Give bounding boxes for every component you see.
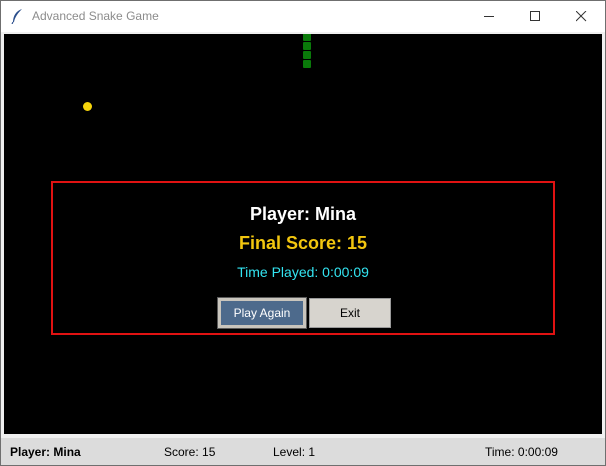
title-bar[interactable]: Advanced Snake Game bbox=[1, 1, 605, 32]
exit-button[interactable]: Exit bbox=[309, 298, 391, 328]
snake-segment bbox=[303, 34, 311, 41]
minimize-icon bbox=[484, 16, 494, 17]
time-played: Time Played: 0:00:09 bbox=[237, 264, 369, 280]
feather-icon bbox=[10, 8, 24, 25]
maximize-button[interactable] bbox=[513, 1, 558, 32]
status-player: Player: Mina bbox=[10, 445, 81, 459]
snake-segment bbox=[303, 60, 311, 68]
snake-segment bbox=[303, 51, 311, 59]
snake-segment bbox=[303, 42, 311, 50]
window-title: Advanced Snake Game bbox=[32, 9, 159, 23]
close-icon bbox=[576, 11, 587, 22]
status-level: Level: 1 bbox=[273, 445, 316, 459]
game-canvas[interactable]: Player: Mina Final Score: 15 Time Played… bbox=[4, 34, 602, 434]
game-window: Advanced Snake Game Player: Mina Final S… bbox=[0, 0, 606, 466]
close-button[interactable] bbox=[559, 1, 604, 32]
minimize-button[interactable] bbox=[467, 1, 512, 32]
status-bar: Player: Mina Score: 15 Level: 1 Time: 0:… bbox=[1, 438, 605, 465]
status-score: Score: 15 bbox=[164, 445, 216, 459]
status-time: Time: 0:00:09 bbox=[485, 445, 558, 459]
panel-player-name: Player: Mina bbox=[249, 204, 357, 224]
play-again-button[interactable]: Play Again bbox=[217, 297, 307, 329]
maximize-icon bbox=[530, 11, 540, 21]
game-over-panel: Player: Mina Final Score: 15 Time Played… bbox=[51, 181, 555, 335]
final-score: Final Score: 15 bbox=[238, 233, 368, 253]
food-pellet bbox=[83, 102, 92, 111]
